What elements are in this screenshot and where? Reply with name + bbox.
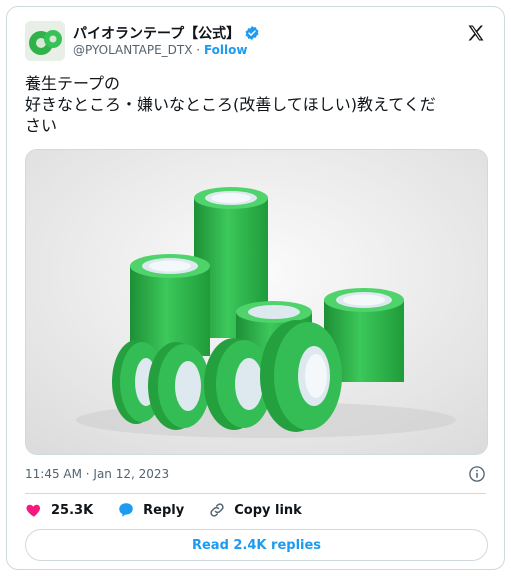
copy-link-button[interactable]: Copy link: [208, 501, 302, 519]
like-button[interactable]: 25.3K: [25, 501, 93, 519]
action-bar: 25.3K Reply Copy link: [25, 501, 302, 519]
avatar-image: [25, 21, 65, 61]
reply-icon: [119, 503, 133, 517]
heart-icon: [26, 504, 41, 517]
tweet-media-photo[interactable]: [25, 149, 488, 455]
tweet-line-3: さい: [25, 116, 58, 135]
info-icon[interactable]: [468, 465, 486, 483]
tweet-line-2: 好きなところ・嫌いなところ(改善してほしい)教えてくだ: [25, 95, 436, 114]
reply-label: Reply: [143, 502, 185, 518]
like-count: 25.3K: [51, 502, 94, 518]
handle-row: @PYOLANTAPE_DTX · Follow: [73, 43, 247, 57]
display-name[interactable]: パイオランテープ【公式】: [73, 23, 240, 43]
link-icon: [210, 503, 224, 517]
read-replies-button[interactable]: Read 2.4K replies: [25, 529, 488, 561]
green-tape-rolls-image: [26, 150, 487, 454]
separator: ·: [196, 43, 201, 57]
timestamp[interactable]: 11:45 AM · Jan 12, 2023: [25, 467, 169, 481]
verified-badge-icon: [245, 26, 259, 40]
follow-button[interactable]: Follow: [204, 43, 248, 57]
avatar[interactable]: [25, 21, 65, 61]
tweet-text: 養生テープの 好きなところ・嫌いなところ(改善してほしい)教えてくだ さい: [25, 73, 495, 136]
copy-link-label: Copy link: [234, 502, 302, 518]
handle[interactable]: @PYOLANTAPE_DTX: [73, 43, 192, 57]
reply-button[interactable]: Reply: [117, 501, 184, 519]
x-logo-icon[interactable]: [466, 23, 486, 43]
divider: [25, 493, 486, 494]
tweet-card: パイオランテープ【公式】 @PYOLANTAPE_DTX · Follow 養生…: [6, 6, 505, 570]
name-row: パイオランテープ【公式】: [73, 23, 260, 43]
tweet-line-1: 養生テープの: [25, 74, 121, 93]
